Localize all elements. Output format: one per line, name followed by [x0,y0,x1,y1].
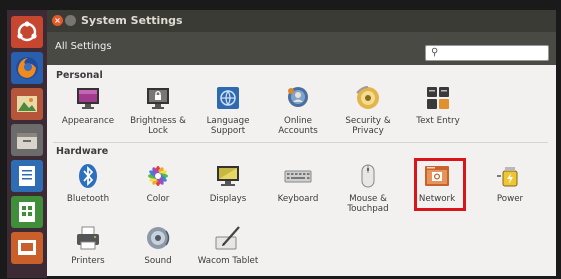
label-line-1: Language [206,116,250,126]
photos-icon[interactable] [11,88,43,120]
language-icon [217,87,239,109]
label-line-1: Power [496,194,524,204]
bluetooth-icon [79,164,97,188]
text-entry-icon [427,87,449,109]
label-line-2: Accounts [278,126,318,136]
settings-item-power[interactable]: Power [479,162,541,204]
launcher [7,10,47,278]
close-button[interactable]: × [52,15,63,26]
color-icon [148,166,168,186]
label-line-1: Appearance [61,116,115,126]
online-accounts-icon [288,87,308,107]
label-line-1: Displays [209,194,247,204]
settings-item-brightness-lock[interactable]: Brightness & Lock [127,84,189,136]
brightness-lock-icon [147,88,169,109]
settings-item-sound[interactable]: Sound [127,224,189,266]
settings-item-color[interactable]: Color [127,162,189,204]
search-box[interactable]: ⚲ [425,45,549,61]
label-line-2: Privacy [352,126,384,136]
settings-item-network[interactable]: Network [406,162,468,204]
label-line-1: Printers [71,256,105,266]
firefox-icon[interactable] [11,52,43,84]
section-divider [53,142,548,143]
settings-item-security-privacy[interactable]: Security & Privacy [337,84,399,136]
power-icon [497,167,518,187]
all-settings-button[interactable]: All Settings [55,41,112,52]
settings-item-displays[interactable]: Displays [197,162,259,204]
writer-icon[interactable] [11,160,43,192]
label-line-1: Network [418,194,456,204]
settings-item-wacom-tablet[interactable]: Wacom Tablet [197,224,259,266]
displays-icon [217,166,239,186]
title-bar: × System Settings [47,10,556,32]
label-line-2: Support [210,126,246,136]
search-icon: ⚲ [431,47,439,58]
label-line-1: Color [146,194,170,204]
label-line-2: Lock [148,126,168,136]
settings-item-mouse-touchpad[interactable]: Mouse & Touchpad [337,162,399,214]
settings-item-printers[interactable]: Printers [57,224,119,266]
impress-icon[interactable] [11,232,43,264]
search-input[interactable] [444,46,542,60]
label-line-1: Sound [144,256,172,266]
label-line-1: Text Entry [416,116,460,126]
printer-icon [77,226,99,250]
sound-icon [147,227,170,249]
settings-item-keyboard[interactable]: Keyboard [267,162,329,204]
window-title: System Settings [81,14,183,27]
label-line-1: Wacom Tablet [197,256,259,266]
toolbar: All Settings ⚲ [47,32,556,65]
settings-item-bluetooth[interactable]: Bluetooth [57,162,119,204]
network-icon [425,166,449,186]
label-line-1: Brightness & [130,116,186,126]
appearance-icon [77,88,99,109]
label-line-1: Security & [345,116,391,126]
label-line-1: Mouse & [349,194,387,204]
section-personal-heading: Personal [56,70,103,81]
wacom-tablet-icon [215,226,240,250]
security-privacy-icon [356,86,379,109]
minimize-button[interactable] [65,15,76,26]
label-line-2: Touchpad [347,204,389,214]
keyboard-icon [284,170,312,183]
settings-item-online-accounts[interactable]: Online Accounts [267,84,329,136]
system-settings-window: × System Settings All Settings ⚲ Persona… [47,10,556,278]
ubuntu-dash-icon[interactable] [11,16,43,48]
files-icon[interactable] [11,124,43,156]
section-hardware-heading: Hardware [56,146,109,157]
label-line-1: Keyboard [277,194,319,204]
label-line-1: Bluetooth [66,194,110,204]
calc-icon[interactable] [11,196,43,228]
settings-item-appearance[interactable]: Appearance [57,84,119,126]
settings-item-language-support[interactable]: Language Support [197,84,259,136]
mouse-icon [361,164,375,188]
settings-item-text-entry[interactable]: Text Entry [407,84,469,126]
label-line-1: Online [283,116,313,126]
